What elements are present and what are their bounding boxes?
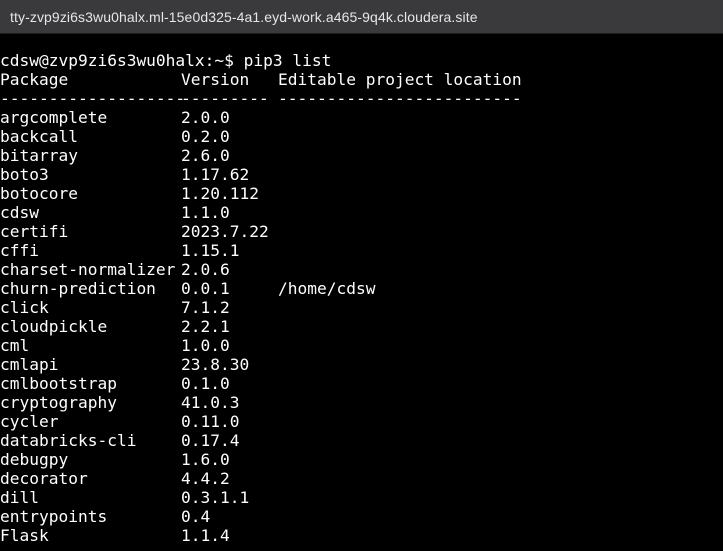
package-name: cdsw xyxy=(0,203,39,222)
table-row: cffi 1.15.1 xyxy=(0,241,723,260)
package-version: 7.1.2 xyxy=(181,298,230,317)
package-name: bitarray xyxy=(0,146,78,165)
package-name: boto3 xyxy=(0,165,49,184)
package-name: churn-prediction xyxy=(0,279,156,298)
package-name: cryptography xyxy=(0,393,117,412)
package-version: 0.3.1.1 xyxy=(181,488,250,507)
table-separator-row: ------------------- --------- ----------… xyxy=(0,89,723,108)
package-name: cffi xyxy=(0,241,39,260)
package-name: Flask xyxy=(0,526,49,545)
table-row: cmlbootstrap 0.1.0 xyxy=(0,374,723,393)
package-name: dill xyxy=(0,488,39,507)
table-row: cml 1.0.0 xyxy=(0,336,723,355)
terminal-output[interactable]: cdsw@zvp9zi6s3wu0halx:~$ pip3 list Packa… xyxy=(0,51,723,545)
package-version: 1.15.1 xyxy=(181,241,240,260)
package-name: decorator xyxy=(0,469,88,488)
command-prompt-line: cdsw@zvp9zi6s3wu0halx:~$ pip3 list xyxy=(0,51,332,70)
table-row: cloudpickle 2.2.1 xyxy=(0,317,723,336)
package-name: databricks-cli xyxy=(0,431,137,450)
package-name: click xyxy=(0,298,49,317)
window-url: tty-zvp9zi6s3wu0halx.ml-15e0d325-4a1.eyd… xyxy=(10,8,478,25)
package-version: 0.1.0 xyxy=(181,374,230,393)
package-version: 2023.7.22 xyxy=(181,222,269,241)
package-version: 4.4.2 xyxy=(181,469,230,488)
package-name: cmlbootstrap xyxy=(0,374,117,393)
package-name: entrypoints xyxy=(0,507,108,526)
table-row: decorator 4.4.2 xyxy=(0,469,723,488)
table-row: Flask 1.1.4 xyxy=(0,526,723,545)
package-version: 0.17.4 xyxy=(181,431,240,450)
table-row: backcall 0.2.0 xyxy=(0,127,723,146)
header-location: Editable project location xyxy=(278,70,522,89)
package-version: 1.6.0 xyxy=(181,450,230,469)
table-row: cryptography 41.0.3 xyxy=(0,393,723,412)
package-name: backcall xyxy=(0,127,78,146)
separator-version: --------- xyxy=(181,89,269,108)
table-row: debugpy 1.6.0 xyxy=(0,450,723,469)
table-row: dill 0.3.1.1 xyxy=(0,488,723,507)
package-name: charset-normalizer xyxy=(0,260,176,279)
table-row: cycler 0.11.0 xyxy=(0,412,723,431)
table-row: boto3 1.17.62 xyxy=(0,165,723,184)
table-row: bitarray 2.6.0 xyxy=(0,146,723,165)
package-name: argcomplete xyxy=(0,108,108,127)
package-name: cml xyxy=(0,336,30,355)
package-name: cloudpickle xyxy=(0,317,108,336)
package-version: 2.0.6 xyxy=(181,260,230,279)
table-row: certifi 2023.7.22 xyxy=(0,222,723,241)
table-row: churn-prediction 0.0.1/home/cdsw xyxy=(0,279,723,298)
package-version: 0.2.0 xyxy=(181,127,230,146)
package-version: 1.20.112 xyxy=(181,184,259,203)
package-name: cmlapi xyxy=(0,355,59,374)
terminal-window: tty-zvp9zi6s3wu0halx.ml-15e0d325-4a1.eyd… xyxy=(0,0,723,551)
package-version: 0.0.1 xyxy=(181,279,230,298)
package-list: argcomplete 2.0.0 backcall 0.2.0 bitarray 2.6… xyxy=(0,108,723,545)
table-row: click 7.1.2 xyxy=(0,298,723,317)
package-version: 41.0.3 xyxy=(181,393,240,412)
package-version: 1.1.0 xyxy=(181,203,230,222)
separator-package: ------------------- xyxy=(0,89,186,108)
table-row: charset-normalizer 2.0.6 xyxy=(0,260,723,279)
header-package: Package xyxy=(0,70,69,89)
package-version: 1.17.62 xyxy=(181,165,250,184)
package-version: 2.0.0 xyxy=(181,108,230,127)
package-version: 23.8.30 xyxy=(181,355,250,374)
package-name: cycler xyxy=(0,412,59,431)
package-version: 1.0.0 xyxy=(181,336,230,355)
package-name: botocore xyxy=(0,184,78,203)
table-row: databricks-cli 0.17.4 xyxy=(0,431,723,450)
package-version: 0.4 xyxy=(181,507,211,526)
table-row: cmlapi 23.8.30 xyxy=(0,355,723,374)
table-row: argcomplete 2.0.0 xyxy=(0,108,723,127)
header-version: Version xyxy=(181,70,250,89)
table-row: cdsw 1.1.0 xyxy=(0,203,723,222)
table-row: botocore 1.20.112 xyxy=(0,184,723,203)
package-location: /home/cdsw xyxy=(278,279,376,298)
package-version: 1.1.4 xyxy=(181,526,230,545)
browser-title-bar: tty-zvp9zi6s3wu0halx.ml-15e0d325-4a1.eyd… xyxy=(0,0,723,34)
package-version: 2.6.0 xyxy=(181,146,230,165)
table-header-row: Package Version Editable project locatio… xyxy=(0,70,723,89)
package-name: debugpy xyxy=(0,450,69,469)
separator-location: ------------------------- xyxy=(278,89,522,108)
package-name: certifi xyxy=(0,222,69,241)
package-version: 2.2.1 xyxy=(181,317,230,336)
table-row: entrypoints 0.4 xyxy=(0,507,723,526)
package-version: 0.11.0 xyxy=(181,412,240,431)
